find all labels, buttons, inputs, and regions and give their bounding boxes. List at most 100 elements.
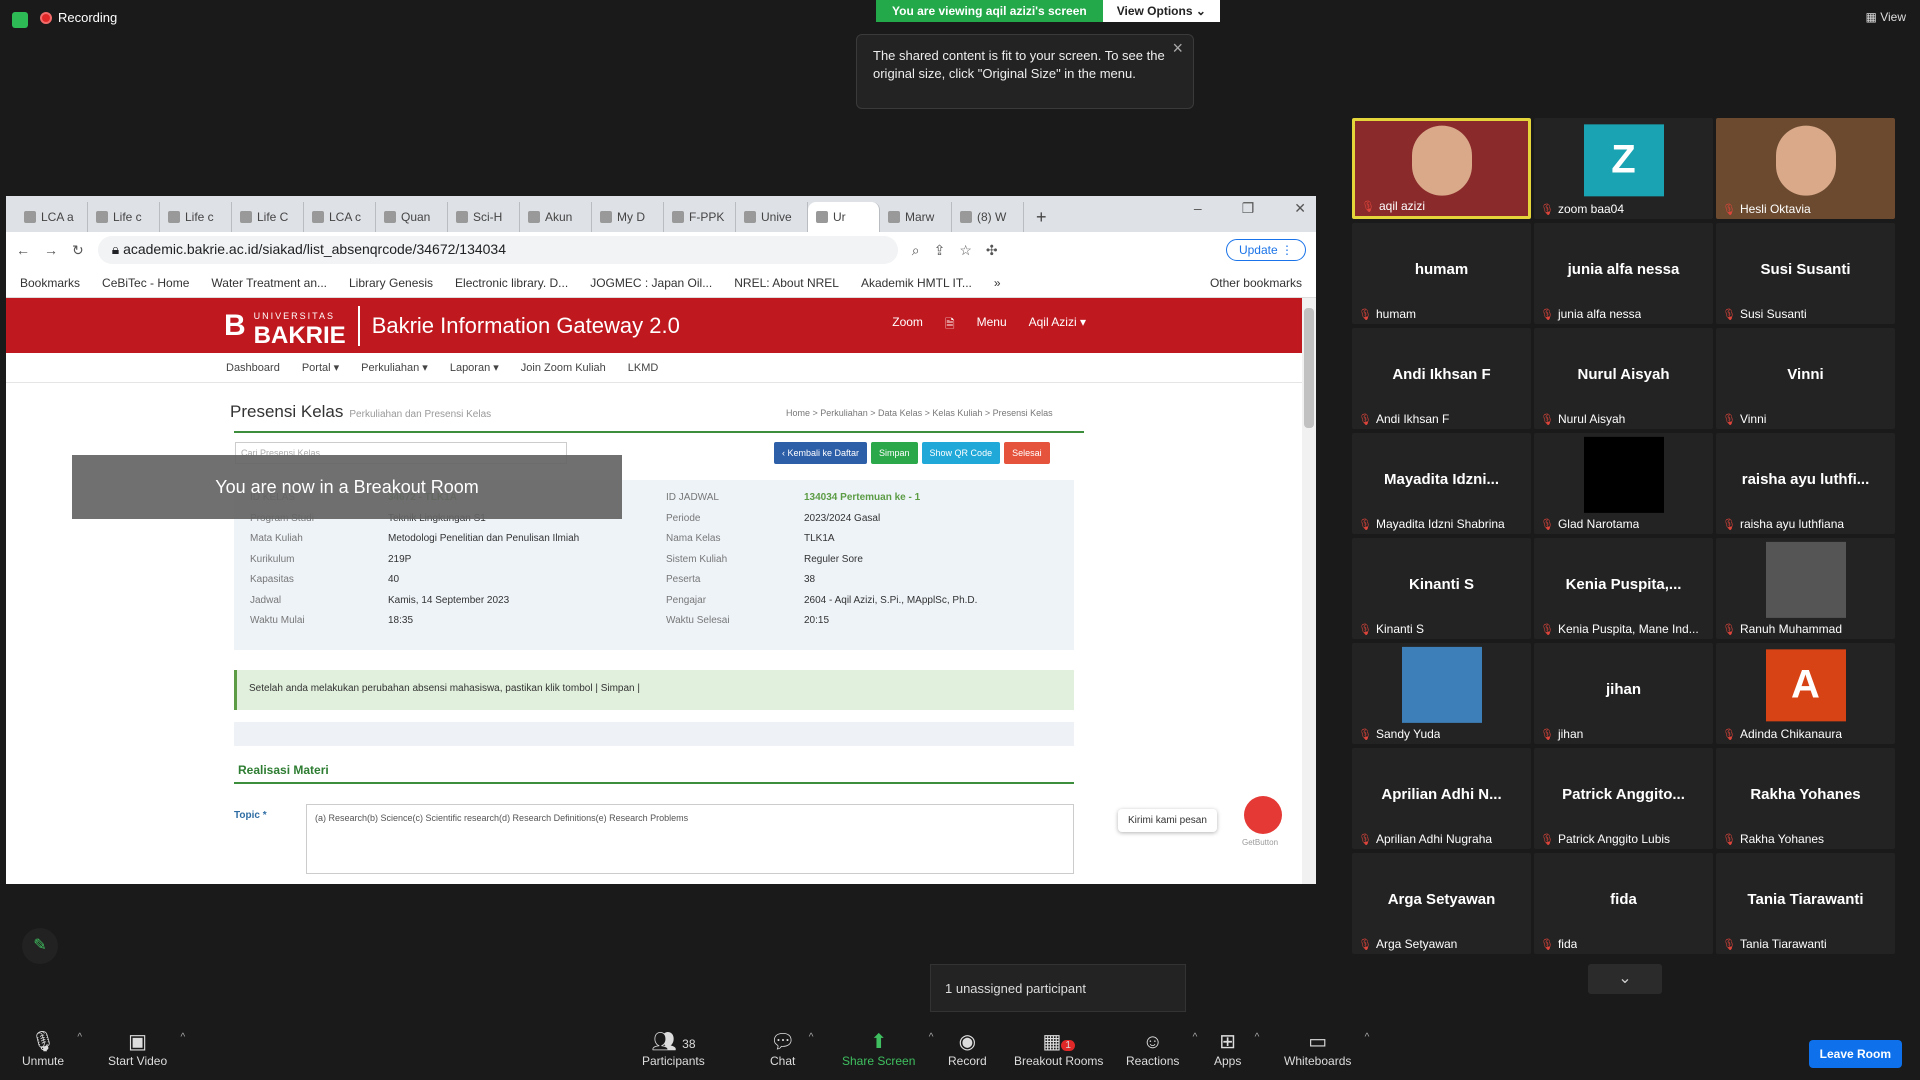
- nav-item[interactable]: Laporan ▾: [450, 361, 499, 374]
- browser-tab[interactable]: Quan: [376, 202, 448, 232]
- participant-tile[interactable]: Z 🎙︎ zoom baa04: [1534, 118, 1713, 219]
- browser-tab[interactable]: Marw: [880, 202, 952, 232]
- scroll-thumb[interactable]: [1304, 308, 1314, 428]
- star-icon[interactable]: ☆: [959, 242, 972, 259]
- header-nav-item[interactable]: Zoom: [892, 315, 923, 336]
- browser-tab[interactable]: Unive: [736, 202, 808, 232]
- bookmark-item[interactable]: »: [994, 276, 1001, 290]
- bookmark-item[interactable]: JOGMEC : Japan Oil...: [590, 276, 712, 290]
- new-tab-icon[interactable]: +: [1024, 202, 1059, 232]
- forward-icon[interactable]: →: [44, 242, 58, 258]
- participant-tile[interactable]: Andi Ikhsan F 🎙︎ Andi Ikhsan F: [1352, 328, 1531, 429]
- breadcrumb[interactable]: Home > Perkuliahan > Data Kelas > Kelas …: [786, 408, 1053, 418]
- reactions-button[interactable]: ☺ Reactions ^: [1126, 1030, 1197, 1068]
- participant-tile[interactable]: Susi Susanti 🎙︎ Susi Susanti: [1716, 223, 1895, 324]
- participants-button[interactable]: 👥︎ 38 Participants: [642, 1030, 705, 1068]
- gallery-more-button[interactable]: ⌄: [1588, 964, 1662, 994]
- participant-tile[interactable]: Nurul Aisyah 🎙︎ Nurul Aisyah: [1534, 328, 1713, 429]
- browser-tab[interactable]: LCA c: [304, 202, 376, 232]
- browser-tab[interactable]: Life C: [232, 202, 304, 232]
- university-logo[interactable]: UNIVERSITAS BAKRIE: [254, 305, 360, 347]
- bookmark-item[interactable]: Electronic library. D...: [455, 276, 568, 290]
- view-options-button[interactable]: View Options ⌄: [1102, 0, 1220, 22]
- zoom-lens-icon[interactable]: ⌕: [912, 242, 920, 259]
- bookmark-item[interactable]: Other bookmarks: [1210, 276, 1302, 290]
- participant-tile[interactable]: Kenia Puspita,... 🎙︎ Kenia Puspita, Mane I…: [1534, 538, 1713, 639]
- participant-tile[interactable]: Mayadita Idzni... 🎙︎ Mayadita Idzni Shabri…: [1352, 433, 1531, 534]
- bookmark-item[interactable]: Water Treatment an...: [211, 276, 327, 290]
- browser-tab[interactable]: Akun: [520, 202, 592, 232]
- start-video-button[interactable]: ▣ Start Video ^: [108, 1030, 185, 1068]
- breakout-rooms-button[interactable]: ▦ 1 Breakout Rooms: [1014, 1030, 1103, 1068]
- view-button[interactable]: ▦ View: [1866, 10, 1906, 24]
- action-button[interactable]: Selesai: [1004, 442, 1050, 464]
- browser-tab[interactable]: LCA a: [16, 202, 88, 232]
- chat-button[interactable]: 💬︎ Chat ^: [770, 1030, 813, 1068]
- browser-tab[interactable]: Ur: [808, 202, 880, 232]
- participant-tile[interactable]: Rakha Yohanes 🎙︎ Rakha Yohanes: [1716, 748, 1895, 849]
- extensions-icon[interactable]: ✣: [986, 242, 998, 259]
- action-button[interactable]: ‹ Kembali ke Daftar: [774, 442, 868, 464]
- participant-tile[interactable]: Aprilian Adhi N... 🎙︎ Aprilian Adhi Nugrah…: [1352, 748, 1531, 849]
- participant-tile[interactable]: jihan 🎙︎ jihan: [1534, 643, 1713, 744]
- nav-item[interactable]: Perkuliahan ▾: [361, 361, 428, 374]
- close-icon[interactable]: ×: [1172, 39, 1183, 57]
- action-button[interactable]: Simpan: [871, 442, 918, 464]
- chat-prompt[interactable]: Kirimi kami pesan: [1118, 809, 1217, 832]
- browser-tab[interactable]: Life c: [88, 202, 160, 232]
- security-shield-icon[interactable]: [12, 12, 28, 28]
- bookmark-item[interactable]: Akademik HMTL IT...: [861, 276, 972, 290]
- browser-tab[interactable]: Sci-H: [448, 202, 520, 232]
- participant-tile[interactable]: 🎙︎ Glad Narotama: [1534, 433, 1713, 534]
- maximize-icon[interactable]: ❐: [1242, 200, 1255, 217]
- browser-tab[interactable]: Life c: [160, 202, 232, 232]
- whiteboards-button[interactable]: ▭ Whiteboards ^: [1284, 1030, 1369, 1068]
- bookmark-item[interactable]: Bookmarks: [20, 276, 80, 290]
- participant-tile[interactable]: raisha ayu luthfi... 🎙︎ raisha ayu luthfia…: [1716, 433, 1895, 534]
- apps-button[interactable]: ⊞ Apps ^: [1214, 1030, 1259, 1068]
- participant-tile[interactable]: Vinni 🎙︎ Vinni: [1716, 328, 1895, 429]
- share-icon[interactable]: ⇪: [934, 242, 946, 259]
- share-screen-button[interactable]: ⬆ Share Screen ^: [842, 1030, 933, 1068]
- header-nav-item[interactable]: Menu: [977, 315, 1007, 336]
- back-icon[interactable]: ←: [16, 242, 30, 258]
- update-button[interactable]: Update ⋮: [1225, 239, 1306, 261]
- nav-item[interactable]: LKMD: [628, 362, 659, 374]
- chevron-up-icon[interactable]: ^: [1365, 1032, 1370, 1043]
- close-window-icon[interactable]: ✕: [1294, 200, 1306, 217]
- participant-tile[interactable]: humam 🎙︎ humam: [1352, 223, 1531, 324]
- record-button[interactable]: ◉ Record: [948, 1030, 987, 1068]
- browser-tab[interactable]: (8) W: [952, 202, 1024, 232]
- bookmark-item[interactable]: NREL: About NREL: [734, 276, 839, 290]
- participant-tile[interactable]: 🎙︎ Hesli Oktavia: [1716, 118, 1895, 219]
- nav-item[interactable]: Join Zoom Kuliah: [521, 362, 606, 374]
- chevron-up-icon[interactable]: ^: [1255, 1032, 1260, 1043]
- participant-tile[interactable]: Kinanti S 🎙︎ Kinanti S: [1352, 538, 1531, 639]
- recording-indicator[interactable]: Recording: [40, 10, 117, 25]
- participant-tile[interactable]: Patrick Anggito... 🎙︎ Patrick Anggito Lubi…: [1534, 748, 1713, 849]
- participant-tile[interactable]: A 🎙︎ Adinda Chikanaura: [1716, 643, 1895, 744]
- participant-tile[interactable]: Arga Setyawan 🎙︎ Arga Setyawan: [1352, 853, 1531, 954]
- annotate-pencil-icon[interactable]: ✎: [22, 928, 58, 964]
- nav-item[interactable]: Portal ▾: [302, 361, 339, 374]
- browser-tab[interactable]: My D: [592, 202, 664, 232]
- chevron-up-icon[interactable]: ^: [1193, 1032, 1198, 1043]
- page-scrollbar[interactable]: [1302, 298, 1316, 884]
- reload-icon[interactable]: ↻: [72, 242, 84, 259]
- topic-textarea[interactable]: (a) Research(b) Science(c) Scientific re…: [306, 804, 1074, 874]
- participant-tile[interactable]: 🎙︎ Sandy Yuda: [1352, 643, 1531, 744]
- participant-tile[interactable]: Tania Tiarawanti 🎙︎ Tania Tiarawanti: [1716, 853, 1895, 954]
- minimize-icon[interactable]: –: [1194, 200, 1202, 217]
- participant-tile[interactable]: fida 🎙︎ fida: [1534, 853, 1713, 954]
- url-field[interactable]: 🔒︎ academic.bakrie.ac.id/siakad/list_abs…: [97, 236, 898, 264]
- participant-tile[interactable]: 🎙︎ aqil azizi: [1352, 118, 1531, 219]
- chevron-up-icon[interactable]: ^: [809, 1032, 814, 1043]
- bookmark-item[interactable]: CeBiTec - Home: [102, 276, 189, 290]
- chevron-up-icon[interactable]: ^: [929, 1032, 934, 1043]
- unmute-button[interactable]: 🎙︎ Unmute ^: [22, 1030, 82, 1068]
- participant-tile[interactable]: 🎙︎ Ranuh Muhammad: [1716, 538, 1895, 639]
- action-button[interactable]: Show QR Code: [921, 442, 1001, 464]
- browser-tab[interactable]: F-PPK: [664, 202, 736, 232]
- chevron-up-icon[interactable]: ^: [180, 1032, 185, 1043]
- header-nav-item[interactable]: Aqil Azizi ▾: [1029, 315, 1086, 336]
